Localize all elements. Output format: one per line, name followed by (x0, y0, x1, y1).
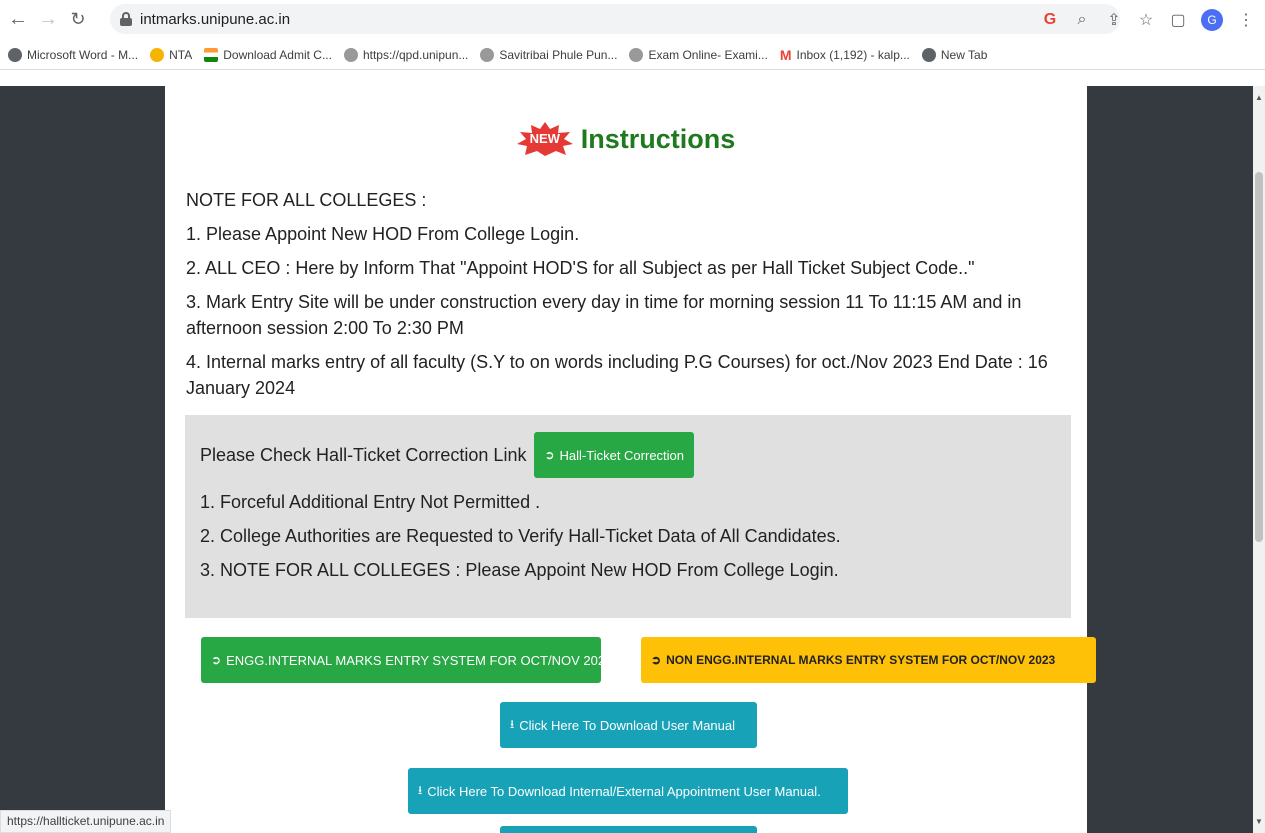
sign-in-icon: ➲ (211, 653, 222, 667)
toolbar-actions: G ⌕ ⇪ ☆ ▢ G ⋮ (1041, 6, 1255, 34)
download-appointment-manual-button[interactable]: ⭳ Click Here To Download Internal/Extern… (408, 768, 848, 814)
reload-icon[interactable]: ↻ (66, 6, 90, 32)
bookmarks-bar: Microsoft Word - M... NTA Download Admit… (0, 40, 1265, 70)
bookmark-item[interactable]: New Tab (921, 47, 987, 62)
hall-ticket-row: Please Check Hall-Ticket Correction Link… (200, 432, 695, 478)
bookmark-item[interactable]: Exam Online- Exami... (629, 47, 768, 62)
list-item: 1. Forceful Additional Entry Not Permitt… (200, 492, 541, 512)
bookmark-item[interactable]: Savitribai Phule Pun... (480, 47, 617, 62)
bookmark-item[interactable]: https://qpd.unipun... (343, 47, 468, 62)
profile-avatar[interactable]: G (1201, 9, 1223, 31)
forward-arrow-icon[interactable]: → (36, 6, 60, 32)
bookmark-item[interactable]: Download Admit C... (204, 47, 332, 62)
vertical-scrollbar[interactable]: ▲ ▼ (1253, 86, 1265, 833)
star-icon[interactable]: ☆ (1137, 10, 1155, 30)
zoom-icon[interactable]: ⌕ (1073, 11, 1091, 29)
hall-ticket-panel: Please Check Hall-Ticket Correction Link… (185, 415, 1071, 618)
globe-icon (921, 47, 936, 62)
note-item: 2. ALL CEO : Here by Inform That "Appoin… (186, 258, 975, 278)
bookmark-item[interactable]: Microsoft Word - M... (8, 47, 138, 62)
hall-ticket-correction-button[interactable]: ➲ Hall-Ticket Correction (534, 432, 695, 478)
bookmark-item[interactable]: NTA (150, 47, 192, 62)
university-icon (629, 47, 644, 62)
globe-icon (8, 47, 22, 62)
list-item: 3. NOTE FOR ALL COLLEGES : Please Appoin… (200, 560, 839, 580)
entry-buttons: ➲ ENGG.INTERNAL MARKS ENTRY SYSTEM FOR O… (165, 637, 1096, 697)
hall-ticket-label: Please Check Hall-Ticket Correction Link (200, 444, 527, 465)
lock-icon (120, 12, 132, 26)
download-icon: ⭳ (418, 782, 423, 797)
new-badge: NEW (516, 122, 573, 156)
scroll-up-icon[interactable]: ▲ (1255, 94, 1263, 102)
bookmark-item[interactable]: M Inbox (1,192) - kalp... (780, 47, 910, 63)
university-icon (480, 47, 495, 62)
page-heading: NEW Instructions (165, 122, 1087, 156)
note-item: 1. Please Appoint New HOD From College L… (186, 224, 580, 244)
scroll-down-icon[interactable]: ▼ (1255, 818, 1263, 826)
page-viewport: NEW Instructions NOTE FOR ALL COLLEGES :… (0, 86, 1253, 833)
note-item: 3. Mark Entry Site will be under constru… (186, 292, 1022, 338)
flag-icon (204, 47, 219, 62)
note-header: NOTE FOR ALL COLLEGES : (186, 190, 427, 210)
list-item: 2. College Authorities are Requested to … (200, 526, 841, 546)
google-icon[interactable]: G (1041, 11, 1059, 29)
scroll-thumb[interactable] (1255, 172, 1263, 542)
download-icon: ⭳ (510, 716, 515, 731)
engg-entry-button[interactable]: ➲ ENGG.INTERNAL MARKS ENTRY SYSTEM FOR O… (201, 637, 612, 683)
main-content: NEW Instructions NOTE FOR ALL COLLEGES :… (165, 86, 1096, 833)
address-bar[interactable]: intmarks.unipune.ac.in (110, 4, 1120, 34)
sign-in-icon: ➲ (544, 448, 555, 462)
sign-in-icon: ➲ (651, 653, 662, 667)
url-text: intmarks.unipune.ac.in (140, 10, 291, 28)
hall-ticket-notes: 1. Forceful Additional Entry Not Permitt… (200, 489, 841, 591)
non-engg-entry-button[interactable]: ➲ NON ENGG.INTERNAL MARKS ENTRY SYSTEM F… (641, 637, 1096, 683)
status-bar: https://hallticket.unipune.ac.in (0, 810, 172, 833)
nta-icon (150, 47, 165, 62)
sidepanel-icon[interactable]: ▢ (1169, 10, 1187, 30)
university-icon (343, 47, 358, 62)
menu-icon[interactable]: ⋮ (1237, 10, 1255, 30)
share-icon[interactable]: ⇪ (1105, 10, 1123, 30)
download-manual-button[interactable]: ⭳ Click Here To Download User Manual (500, 702, 757, 748)
notes-list: NOTE FOR ALL COLLEGES : 1. Please Appoin… (186, 187, 1076, 409)
back-arrow-icon[interactable]: ← (6, 6, 30, 32)
partially-visible-button[interactable] (500, 826, 757, 833)
gmail-icon: M (779, 46, 792, 63)
browser-toolbar: ← → ↻ intmarks.unipune.ac.in G ⌕ ⇪ ☆ ▢ G… (0, 0, 1265, 40)
page-title: Instructions (580, 123, 736, 154)
note-item: 4. Internal marks entry of all faculty (… (186, 352, 1048, 398)
